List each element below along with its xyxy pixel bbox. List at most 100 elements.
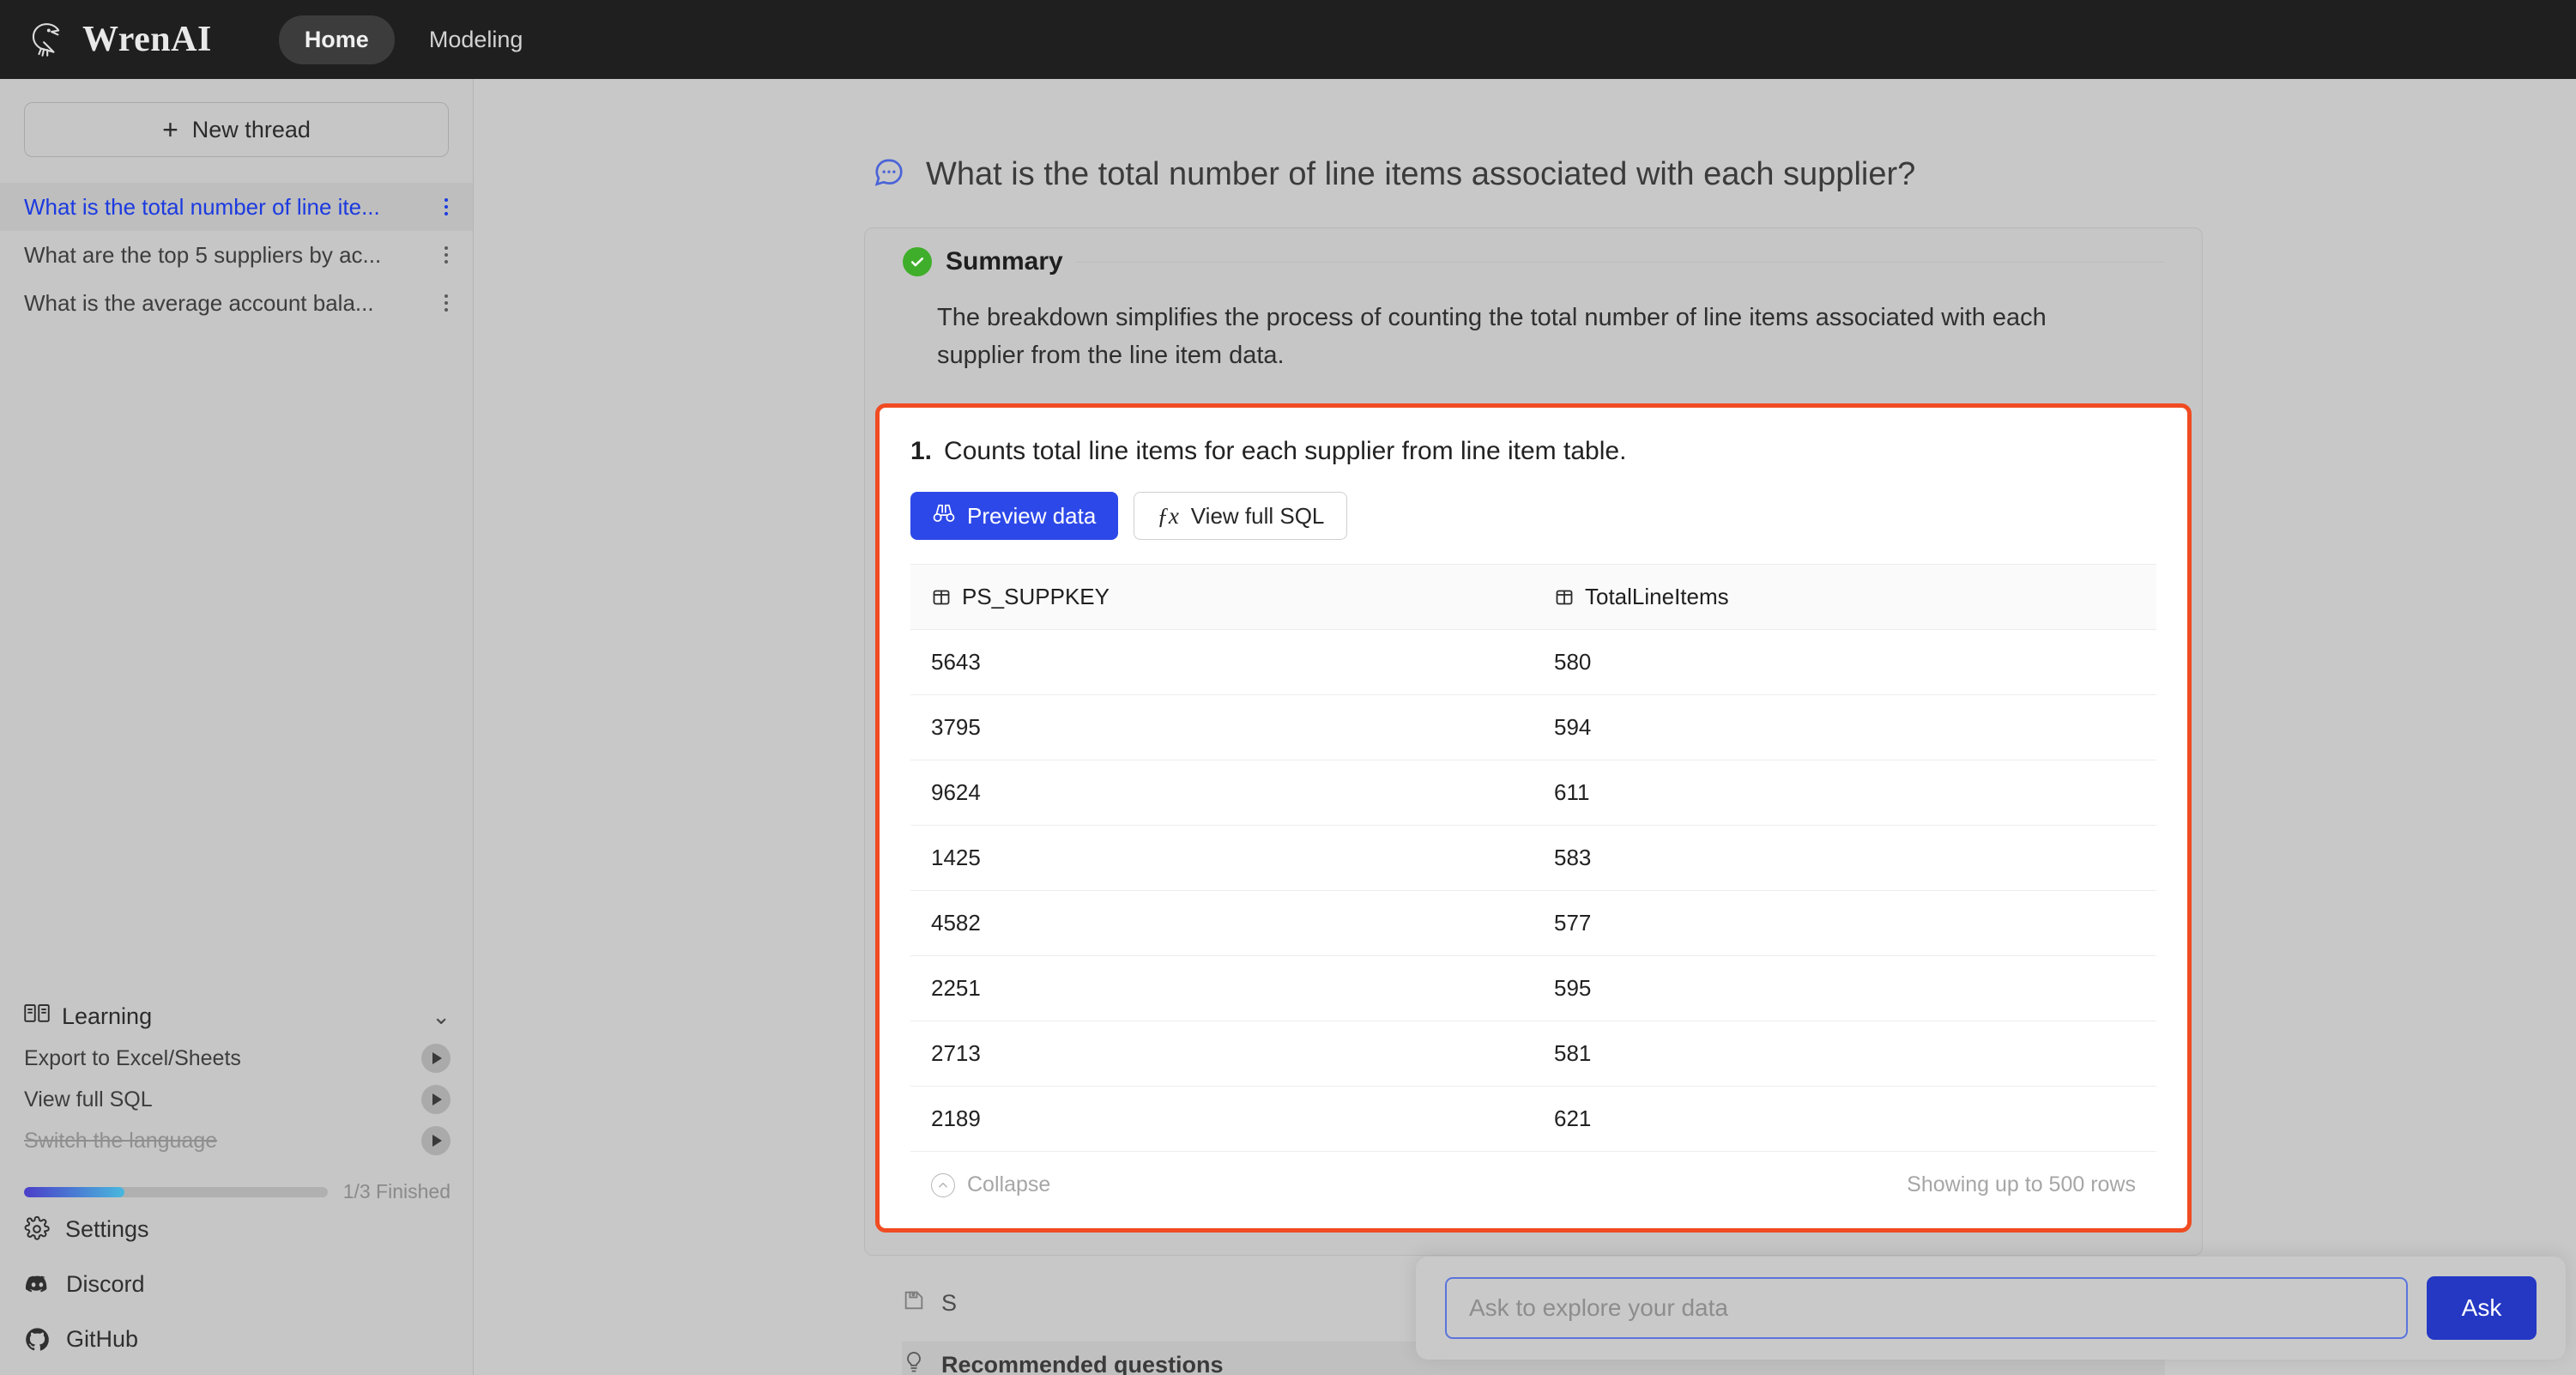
brand[interactable]: WrenAI [26, 17, 212, 62]
plus-icon: + [162, 114, 178, 145]
step-number: 1. [910, 437, 933, 466]
learning-item-0[interactable]: Export to Excel/Sheets [24, 1038, 450, 1079]
progress-fill [24, 1186, 124, 1197]
table-row: 3795 594 [910, 694, 2156, 761]
save-as-view-label: S [941, 1289, 958, 1316]
chevron-down-icon[interactable]: ⌄ [432, 1003, 450, 1030]
sidebar: + New thread What is the total number of… [0, 79, 474, 1375]
thread-item-0[interactable]: What is the total number of line ite... [0, 183, 473, 231]
cell-total: 595 [1533, 955, 2156, 1022]
preview-data-button[interactable]: Preview data [910, 492, 1119, 541]
thread-label: What is the total number of line ite... [24, 193, 380, 220]
step-line: 1. Counts total line items for each supp… [910, 437, 2156, 466]
rows-note: Showing up to 500 rows [1907, 1172, 2136, 1197]
thread-item-1[interactable]: What are the top 5 suppliers by ac... [0, 231, 473, 279]
thread-menu-icon[interactable] [437, 198, 456, 215]
table-row: 1425 583 [910, 825, 2156, 892]
book-icon [24, 1002, 50, 1031]
search-input[interactable] [1445, 1277, 2408, 1339]
cell-suppkey: 1425 [910, 825, 1533, 892]
main-content: What is the total number of line items a… [474, 79, 2576, 1375]
ask-button[interactable]: Ask [2427, 1276, 2537, 1340]
learning-progress: 1/3 Finished [24, 1180, 450, 1203]
cell-total: 583 [1533, 825, 2156, 892]
preview-data-label: Preview data [967, 502, 1097, 529]
divider [1076, 261, 2164, 263]
collapse-button[interactable]: Collapse [931, 1172, 1050, 1197]
cell-total: 621 [1533, 1086, 2156, 1153]
column-icon [931, 587, 952, 608]
cell-suppkey: 2251 [910, 955, 1533, 1022]
cell-suppkey: 9624 [910, 760, 1533, 827]
play-icon[interactable] [421, 1044, 450, 1073]
learning-item-label: View full SQL [24, 1087, 153, 1112]
cell-suppkey: 2713 [910, 1021, 1533, 1087]
thread-content: What is the total number of line items a… [474, 79, 2576, 1375]
preview-table-head: PS_SUPPKEY TotalLineItems [910, 564, 2156, 631]
thread-item-2[interactable]: What is the average account bala... [0, 279, 473, 327]
cell-suppkey: 5643 [910, 629, 1533, 696]
collapse-label: Collapse [967, 1172, 1051, 1197]
sidebar-item-github[interactable]: GitHub [24, 1311, 449, 1366]
summary-header: Summary [865, 247, 2202, 276]
thread-label: What are the top 5 suppliers by ac... [24, 241, 382, 268]
learning-title: Learning [62, 1002, 153, 1029]
check-circle-icon [903, 247, 932, 276]
nav-items: Home Modeling [278, 15, 549, 64]
step-text: Counts total line items for each supplie… [944, 437, 1627, 466]
save-icon [902, 1288, 926, 1318]
table-footer: Collapse Showing up to 500 rows [910, 1152, 2156, 1220]
table-col-totallineitems[interactable]: TotalLineItems [1533, 564, 2156, 631]
discord-icon [24, 1271, 51, 1298]
learning-item-label: Switch the language [24, 1128, 218, 1153]
ask-bar: Ask [1416, 1257, 2566, 1360]
sidebar-item-discord[interactable]: Discord [24, 1257, 449, 1311]
new-thread-button[interactable]: + New thread [24, 102, 449, 157]
summary-body: The breakdown simplifies the process of … [937, 304, 2047, 370]
view-full-sql-label: View full SQL [1190, 502, 1325, 529]
new-thread-label: New thread [191, 116, 311, 142]
sidebar-bottom-links: Settings Discord GitHub [0, 1202, 473, 1366]
nav-item-modeling[interactable]: Modeling [403, 15, 549, 64]
learning-item-2[interactable]: Switch the language [24, 1120, 450, 1161]
fx-icon: ƒx [1157, 502, 1179, 529]
thread-menu-icon[interactable] [437, 294, 456, 312]
thread-menu-icon[interactable] [437, 246, 456, 263]
learning-panel: Learning ⌄ Export to Excel/Sheets View f… [0, 995, 473, 1203]
table-row: 9624 611 [910, 760, 2156, 827]
cell-total: 594 [1533, 694, 2156, 761]
table-row: 4582 577 [910, 890, 2156, 957]
github-icon [24, 1326, 51, 1353]
bulb-icon [902, 1350, 926, 1375]
play-icon[interactable] [421, 1085, 450, 1114]
cell-total: 580 [1533, 629, 2156, 696]
cell-total: 577 [1533, 890, 2156, 957]
table-col-ps-suppkey[interactable]: PS_SUPPKEY [910, 564, 1533, 631]
preview-table: PS_SUPPKEY TotalLineItems 5643 580 3795 … [910, 564, 2156, 1153]
top-navigation-bar: WrenAI Home Modeling [0, 0, 2576, 79]
table-header-row: PS_SUPPKEY TotalLineItems [910, 564, 2156, 631]
view-full-sql-button[interactable]: ƒx View full SQL [1134, 492, 1348, 541]
table-row: 5643 580 [910, 629, 2156, 696]
column-icon [1554, 587, 1575, 608]
table-row: 2189 621 [910, 1086, 2156, 1153]
sidebar-item-settings[interactable]: Settings [24, 1202, 449, 1257]
table-row: 2713 581 [910, 1021, 2156, 1087]
play-icon[interactable] [421, 1126, 450, 1155]
cell-total: 611 [1533, 760, 2156, 827]
answer-card: Summary The breakdown simplifies the pro… [864, 227, 2203, 1257]
nav-item-home[interactable]: Home [278, 15, 395, 64]
recommended-questions-label: Recommended questions [941, 1351, 1224, 1375]
sidebar-item-label: Discord [66, 1270, 145, 1297]
gear-icon [24, 1216, 50, 1242]
learning-item-1[interactable]: View full SQL [24, 1079, 450, 1120]
table-col-label: TotalLineItems [1585, 584, 1729, 610]
wren-bird-icon [26, 17, 70, 62]
preview-table-body: 5643 580 3795 594 9624 611 1425 583 4582… [910, 629, 2156, 1153]
binoculars-icon [933, 502, 955, 530]
vertical-scrollbar[interactable] [2562, 79, 2576, 1375]
thread-label: What is the average account bala... [24, 289, 374, 316]
progress-text: 1/3 Finished [342, 1180, 450, 1202]
learning-header[interactable]: Learning ⌄ [24, 995, 450, 1038]
step-button-row: Preview data ƒx View full SQL [910, 492, 2156, 541]
